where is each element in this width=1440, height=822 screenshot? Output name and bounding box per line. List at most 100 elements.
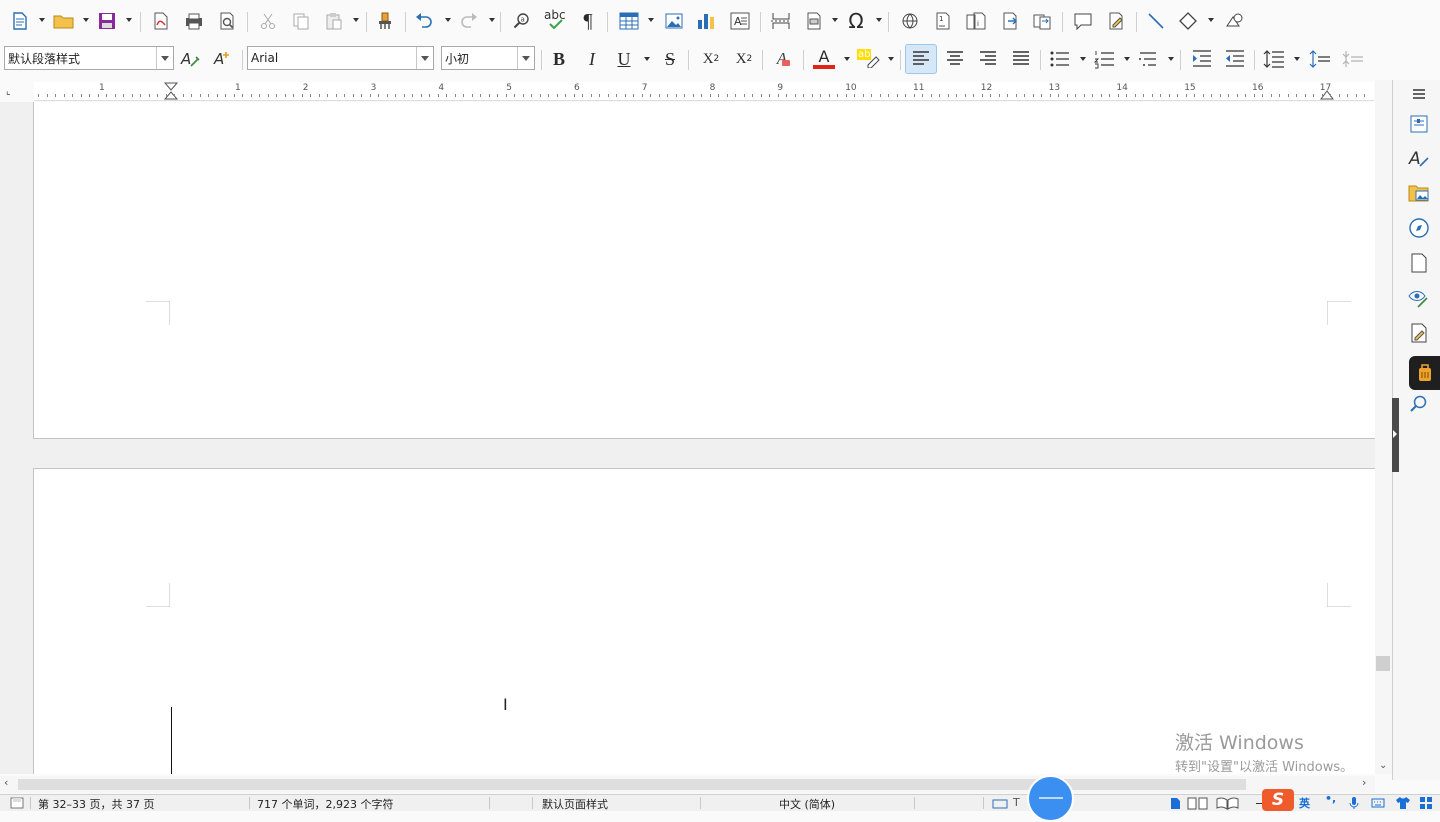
justify-button[interactable] bbox=[1007, 45, 1035, 73]
vertical-scrollbar-thumb[interactable] bbox=[1376, 656, 1390, 671]
insert-line-icon[interactable] bbox=[1142, 7, 1170, 35]
sidebar-active-tab[interactable] bbox=[1409, 356, 1440, 390]
microphone-icon[interactable] bbox=[1349, 796, 1359, 810]
keyboard-icon[interactable] bbox=[1371, 798, 1385, 808]
export-pdf-icon[interactable] bbox=[147, 7, 175, 35]
save-icon[interactable] bbox=[93, 7, 121, 35]
undo-icon[interactable] bbox=[410, 7, 438, 35]
redo-dropdown-icon[interactable] bbox=[489, 18, 495, 22]
single-page-view-icon[interactable] bbox=[1168, 797, 1182, 810]
align-right-button[interactable] bbox=[974, 45, 1002, 73]
endnote-icon[interactable]: i bbox=[962, 7, 990, 35]
chevron-down-icon[interactable] bbox=[517, 47, 534, 69]
underline-dropdown-icon[interactable] bbox=[644, 57, 650, 61]
draw-functions-icon[interactable] bbox=[1220, 7, 1248, 35]
paste-dropdown-icon[interactable] bbox=[353, 18, 359, 22]
selection-mode-icon[interactable] bbox=[992, 799, 1008, 809]
basic-shapes-icon[interactable] bbox=[1174, 7, 1202, 35]
open-folder-icon[interactable] bbox=[50, 7, 78, 35]
formatting-marks-icon[interactable]: ¶ bbox=[574, 7, 602, 35]
insert-field-dropdown-icon[interactable] bbox=[832, 18, 838, 22]
underline-button[interactable]: U bbox=[610, 45, 638, 73]
insert-comment-icon[interactable] bbox=[1069, 7, 1097, 35]
manage-changes-icon[interactable] bbox=[1407, 321, 1431, 345]
horizontal-scrollbar[interactable]: ‹ › bbox=[0, 776, 1375, 793]
cross-reference-icon[interactable] bbox=[996, 7, 1024, 35]
footnote-icon[interactable]: 1 bbox=[929, 7, 957, 35]
ime-punctuation-toggle[interactable]: •, bbox=[1325, 792, 1336, 805]
navigator-icon[interactable] bbox=[1407, 216, 1431, 240]
gallery-icon[interactable] bbox=[1407, 181, 1431, 205]
floating-assistant-ball[interactable] bbox=[1027, 775, 1074, 822]
insert-table-dropdown-icon[interactable] bbox=[648, 18, 654, 22]
insert-table-icon[interactable] bbox=[615, 7, 643, 35]
italic-button[interactable]: I bbox=[578, 45, 606, 73]
font-color-dropdown-icon[interactable] bbox=[844, 57, 850, 61]
multi-page-view-icon[interactable] bbox=[1187, 797, 1211, 810]
print-preview-icon[interactable] bbox=[213, 7, 241, 35]
line-spacing-dropdown-icon[interactable] bbox=[1294, 57, 1300, 61]
properties-icon[interactable] bbox=[1407, 112, 1431, 136]
insert-chart-icon[interactable] bbox=[692, 7, 720, 35]
styles-icon[interactable]: A bbox=[1407, 146, 1431, 170]
update-style-icon[interactable]: A bbox=[176, 45, 204, 73]
document-page-32[interactable] bbox=[33, 102, 1375, 439]
insert-image-icon[interactable] bbox=[660, 7, 688, 35]
sidebar-collapse-handle[interactable] bbox=[1392, 398, 1399, 472]
bookmark-icon[interactable] bbox=[1028, 7, 1056, 35]
clone-formatting-icon[interactable] bbox=[371, 7, 399, 35]
left-indent-marker-icon[interactable] bbox=[164, 82, 178, 100]
document-canvas[interactable]: I bbox=[0, 102, 1375, 774]
new-style-icon[interactable]: A bbox=[209, 45, 237, 73]
numbered-list-button[interactable] bbox=[1091, 45, 1119, 73]
align-center-button[interactable] bbox=[941, 45, 969, 73]
line-spacing-button[interactable] bbox=[1260, 45, 1288, 73]
decrease-paragraph-spacing-button[interactable] bbox=[1339, 45, 1367, 73]
decrease-indent-button[interactable] bbox=[1221, 45, 1249, 73]
find-icon[interactable] bbox=[1407, 392, 1431, 416]
bullet-list-button[interactable] bbox=[1046, 45, 1074, 73]
style-inspector-icon[interactable] bbox=[1407, 286, 1431, 310]
sogou-ime-logo[interactable]: S bbox=[1262, 789, 1294, 811]
undo-dropdown-icon[interactable] bbox=[445, 18, 451, 22]
highlight-color-button[interactable]: ab bbox=[855, 45, 883, 73]
redo-icon[interactable] bbox=[455, 7, 483, 35]
font-color-button[interactable]: A bbox=[810, 45, 838, 73]
increase-paragraph-spacing-button[interactable] bbox=[1306, 45, 1334, 73]
clear-formatting-button[interactable]: A bbox=[770, 45, 798, 73]
save-dropdown-icon[interactable] bbox=[126, 18, 132, 22]
scroll-left-icon[interactable]: ‹ bbox=[4, 776, 8, 789]
ime-language-toggle[interactable]: 英 bbox=[1299, 795, 1310, 811]
chevron-down-icon[interactable] bbox=[416, 47, 433, 69]
sidebar-menu-icon[interactable] bbox=[1407, 82, 1431, 106]
page-break-icon[interactable] bbox=[767, 7, 795, 35]
insert-textbox-icon[interactable]: A bbox=[726, 7, 754, 35]
new-document-icon[interactable] bbox=[6, 7, 34, 35]
scroll-down-icon[interactable]: ⌄ bbox=[1379, 760, 1387, 771]
outline-list-dropdown-icon[interactable] bbox=[1168, 57, 1174, 61]
document-page-33[interactable] bbox=[33, 468, 1375, 774]
outline-list-button[interactable] bbox=[1135, 45, 1163, 73]
spelling-icon[interactable]: abc bbox=[541, 7, 569, 35]
numbered-list-dropdown-icon[interactable] bbox=[1124, 57, 1130, 61]
chevron-down-icon[interactable] bbox=[156, 47, 173, 69]
track-changes-icon[interactable] bbox=[1102, 7, 1130, 35]
tab-stop-selector-icon[interactable]: ⌞ bbox=[6, 86, 11, 97]
basic-shapes-dropdown-icon[interactable] bbox=[1208, 18, 1214, 22]
scroll-right-icon[interactable]: › bbox=[1362, 776, 1366, 789]
insert-field-icon[interactable] bbox=[800, 7, 828, 35]
subscript-button[interactable]: X2 bbox=[730, 45, 758, 73]
increase-indent-button[interactable] bbox=[1188, 45, 1216, 73]
print-icon[interactable] bbox=[180, 7, 208, 35]
superscript-button[interactable]: X2 bbox=[697, 45, 725, 73]
strikethrough-button[interactable]: S bbox=[656, 45, 684, 73]
book-view-icon[interactable] bbox=[1216, 797, 1240, 810]
cut-icon[interactable] bbox=[254, 7, 282, 35]
font-size-combo[interactable]: 小初 bbox=[441, 46, 535, 70]
special-character-dropdown-icon[interactable] bbox=[876, 18, 882, 22]
toolbox-grid-icon[interactable] bbox=[1419, 796, 1433, 810]
page-icon[interactable] bbox=[1407, 251, 1431, 275]
bold-button[interactable]: B bbox=[545, 45, 573, 73]
vertical-scrollbar[interactable]: ⌄ bbox=[1375, 80, 1392, 774]
paragraph-style-combo[interactable]: 默认段落样式 bbox=[4, 46, 174, 70]
